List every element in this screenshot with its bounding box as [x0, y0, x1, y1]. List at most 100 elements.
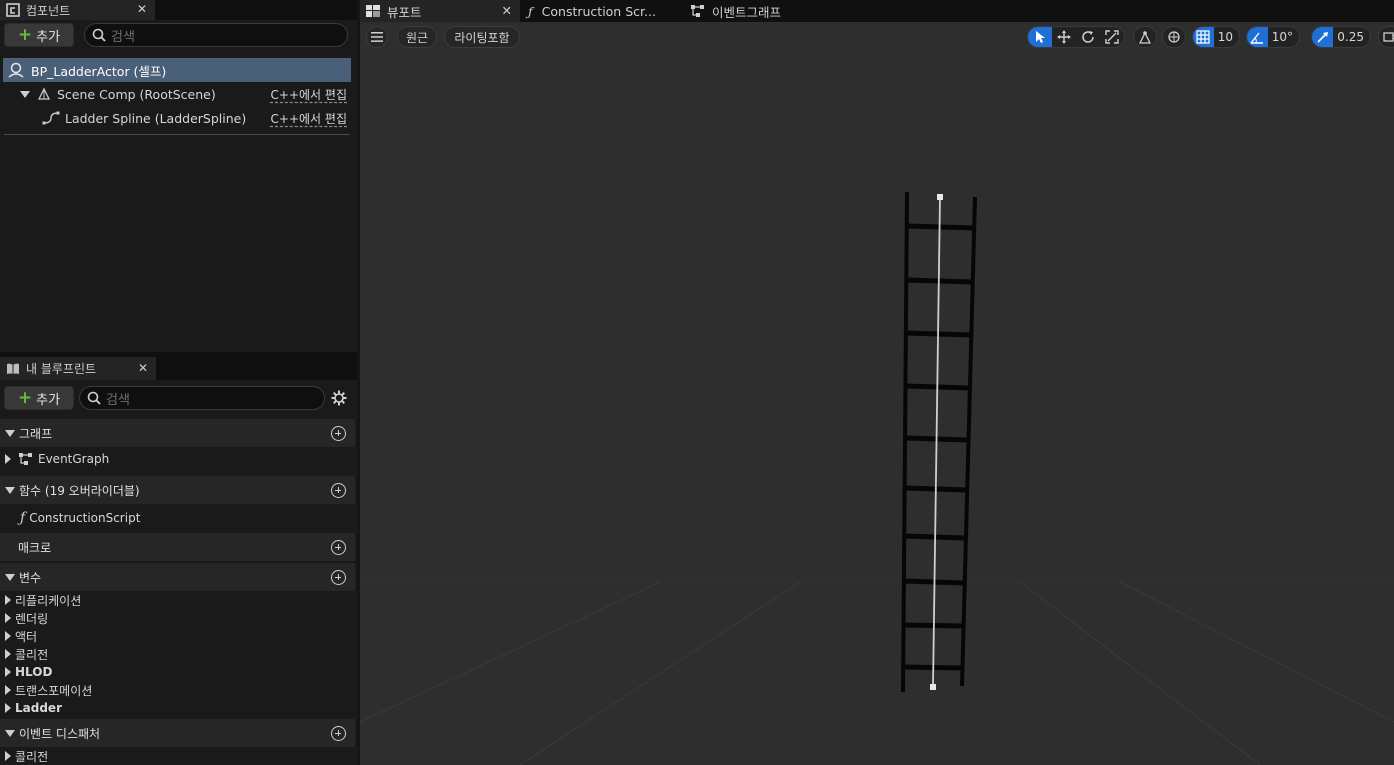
blueprint-tabbar: 내 블루프린트 ✕ — [0, 357, 357, 380]
list-item-label: ConstructionScript — [29, 511, 141, 525]
viewport-icon — [366, 5, 380, 17]
chevron-right-icon[interactable] — [5, 454, 11, 464]
edit-in-cpp-link[interactable]: C++에서 편집 — [271, 110, 347, 127]
close-icon[interactable]: ✕ — [138, 361, 148, 375]
list-item-label: EventGraph — [38, 452, 110, 466]
function-icon: ƒ — [20, 510, 26, 526]
variable-category-label: 렌더링 — [15, 611, 49, 626]
chevron-right-icon[interactable] — [5, 613, 11, 623]
chevron-right-icon[interactable] — [5, 595, 11, 605]
viewport-scene[interactable] — [360, 22, 1394, 765]
spline-icon — [42, 111, 60, 125]
ladder-mesh[interactable] — [901, 191, 977, 693]
tree-item-label: Ladder Spline (LadderSpline) — [65, 110, 247, 126]
chevron-right-icon[interactable] — [5, 649, 11, 659]
chevron-down-icon[interactable] — [20, 90, 30, 98]
chevron-right-icon[interactable] — [5, 751, 11, 761]
chevron-right-icon[interactable] — [5, 703, 11, 713]
chevron-down-icon[interactable] — [5, 573, 15, 581]
variable-category-ladder[interactable]: Ladder — [0, 699, 355, 717]
components-search-placeholder: 검색 — [111, 29, 135, 45]
variable-category-label: 리플리케이션 — [15, 593, 82, 608]
tree-item-ladder-spline[interactable]: Ladder Spline (LadderSpline) C++에서 편집 — [0, 106, 351, 130]
eventgraph-icon — [691, 5, 704, 17]
edit-in-cpp-link[interactable]: C++에서 편집 — [271, 86, 347, 103]
spline-point-bottom[interactable] — [930, 684, 936, 690]
section-title: 그래프 — [19, 426, 53, 441]
actor-icon — [8, 62, 24, 78]
tree-item-label: BP_LadderActor (셀프) — [31, 63, 167, 79]
section-macros[interactable]: 매크로 — [0, 533, 355, 561]
chevron-right-icon[interactable] — [5, 685, 11, 695]
search-icon — [92, 28, 106, 42]
section-title: 변수 — [19, 570, 42, 585]
section-variables[interactable]: 변수 — [0, 563, 355, 591]
section-graphs[interactable]: 그래프 — [0, 419, 355, 447]
tab-viewport[interactable]: 뷰포트 ✕ — [360, 0, 520, 22]
add-macro-icon[interactable] — [331, 540, 346, 555]
components-tab[interactable]: 컴포넌트 ✕ — [0, 0, 155, 20]
chevron-down-icon[interactable] — [5, 729, 15, 737]
scene-component-icon — [37, 87, 51, 100]
close-icon[interactable]: ✕ — [502, 3, 512, 18]
variable-category-hlod[interactable]: HLOD — [0, 663, 355, 681]
tab-event-graph[interactable]: 이벤트그래프 — [690, 0, 840, 22]
tree-item-scene-comp[interactable]: Scene Comp (RootScene) C++에서 편집 — [0, 82, 351, 106]
gear-icon[interactable] — [331, 390, 347, 406]
viewport-area[interactable]: 뷰포트 ✕ ƒ Construction Scr... 이벤트그래프 원근 라이… — [360, 0, 1394, 765]
list-item-constructionscript[interactable]: ƒ ConstructionScript — [0, 509, 355, 527]
components-add-button[interactable]: + 추가 — [4, 23, 74, 47]
dispatcher-category-collision[interactable]: 콜리전 — [0, 747, 355, 765]
viewport-tabbar: 뷰포트 ✕ ƒ Construction Scr... 이벤트그래프 — [360, 0, 1394, 22]
chevron-down-icon[interactable] — [5, 429, 15, 437]
list-item-eventgraph[interactable]: EventGraph — [0, 450, 355, 468]
chevron-right-icon[interactable] — [5, 667, 11, 677]
components-search-input[interactable]: 검색 — [84, 23, 348, 47]
dispatcher-category-label: 콜리전 — [15, 749, 49, 764]
add-graph-icon[interactable] — [331, 426, 346, 441]
components-tab-label: 컴포넌트 — [26, 3, 71, 18]
eventgraph-icon — [19, 453, 32, 465]
plus-icon: + — [17, 24, 33, 45]
blueprint-add-button[interactable]: + 추가 — [4, 386, 74, 410]
function-icon: ƒ — [528, 3, 533, 19]
spline-point-top[interactable] — [937, 194, 943, 200]
add-dispatcher-icon[interactable] — [331, 726, 346, 741]
variable-category-replication[interactable]: 리플리케이션 — [0, 591, 355, 609]
tab-label: Construction Scr... — [541, 3, 656, 19]
add-function-icon[interactable] — [331, 483, 346, 498]
blueprint-search-input[interactable]: 검색 — [79, 386, 325, 410]
components-tabbar: 컴포넌트 ✕ — [0, 0, 357, 20]
tab-label: 이벤트그래프 — [712, 4, 782, 20]
blueprint-search-placeholder: 검색 — [106, 392, 130, 408]
variable-category-actor[interactable]: 액터 — [0, 627, 355, 645]
section-event-dispatchers[interactable]: 이벤트 디스패처 — [0, 719, 355, 747]
variable-category-label: 트랜스포메이션 — [15, 683, 93, 698]
add-variable-icon[interactable] — [331, 570, 346, 585]
variable-category-transformation[interactable]: 트랜스포메이션 — [0, 681, 355, 699]
tree-item-bp-ladderactor[interactable]: BP_LadderActor (셀프) — [3, 58, 351, 82]
left-panel-column: 컴포넌트 ✕ + 추가 검색 BP_LadderActor (셀프) Scene… — [0, 0, 357, 765]
chevron-down-icon[interactable] — [5, 486, 15, 494]
variable-category-collision[interactable]: 콜리전 — [0, 645, 355, 663]
blueprint-add-label: 추가 — [36, 392, 61, 408]
section-title: 함수 (19 오버라이더블) — [19, 483, 140, 498]
plus-icon: + — [17, 387, 33, 408]
chevron-right-icon[interactable] — [5, 631, 11, 641]
tree-item-label: Scene Comp (RootScene) — [57, 86, 216, 102]
components-icon — [6, 3, 20, 17]
tree-divider — [4, 134, 350, 135]
blueprint-tab[interactable]: 내 블루프린트 ✕ — [0, 357, 156, 380]
tab-construction-script[interactable]: ƒ Construction Scr... — [528, 0, 678, 22]
variable-category-label: HLOD — [15, 665, 53, 679]
variable-category-label: 액터 — [15, 629, 38, 644]
section-title: 이벤트 디스패처 — [19, 726, 101, 741]
search-icon — [87, 391, 101, 405]
section-functions[interactable]: 함수 (19 오버라이더블) — [0, 476, 355, 504]
variable-category-rendering[interactable]: 렌더링 — [0, 609, 355, 627]
variable-category-label: 콜리전 — [15, 647, 49, 662]
spline-line — [932, 196, 941, 688]
variable-category-label: Ladder — [15, 701, 62, 715]
blueprint-tab-label: 내 블루프린트 — [26, 362, 97, 376]
close-icon[interactable]: ✕ — [137, 2, 147, 16]
